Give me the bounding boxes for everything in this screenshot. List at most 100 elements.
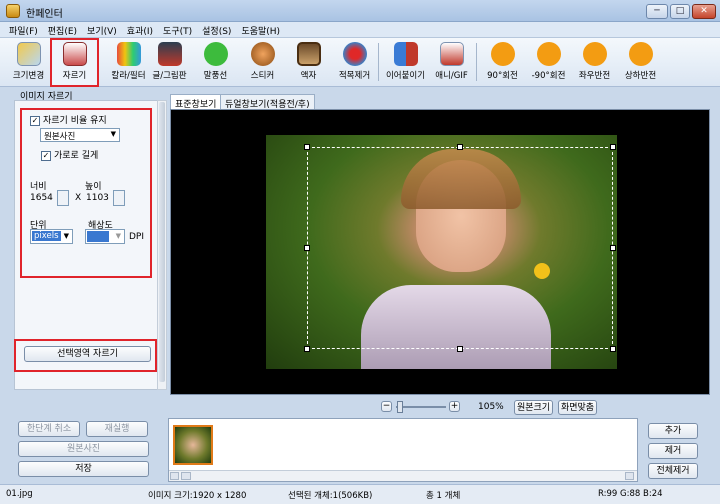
tab-dual-view[interactable]: 듀얼창보기(적용전/후) bbox=[220, 94, 315, 110]
remove-all-button[interactable]: 전체제거 bbox=[648, 463, 698, 479]
rotate-ccw-icon bbox=[536, 42, 561, 66]
resolution-value-highlight bbox=[87, 231, 109, 242]
tool-rotate-90[interactable]: 90°회전 bbox=[480, 40, 525, 85]
minimize-button[interactable]: ─ bbox=[646, 4, 668, 19]
scrollbar-thumb[interactable] bbox=[159, 102, 165, 382]
zoom-percent: 105% bbox=[478, 402, 504, 412]
landscape-row[interactable]: ✓ 가로로 길게 bbox=[41, 148, 98, 161]
keep-ratio-checkbox[interactable]: ✓ bbox=[30, 115, 40, 126]
redeye-icon bbox=[342, 42, 367, 66]
toolbar-separator bbox=[476, 43, 477, 81]
save-button[interactable]: 저장 bbox=[18, 461, 149, 477]
menu-effect[interactable]: 효과(I) bbox=[122, 22, 158, 39]
close-button[interactable]: ✕ bbox=[692, 4, 716, 19]
scroll-left-button[interactable] bbox=[170, 472, 179, 480]
zoom-slider-thumb[interactable] bbox=[397, 401, 403, 413]
crop-handle[interactable] bbox=[304, 346, 310, 352]
add-button[interactable]: 추가 bbox=[648, 423, 698, 439]
tool-text[interactable]: 글/그림판 bbox=[147, 40, 192, 85]
width-label: 너비 bbox=[30, 182, 47, 192]
crop-icon bbox=[62, 42, 87, 66]
zoom-in-button[interactable]: + bbox=[449, 401, 460, 412]
color-filter-icon bbox=[116, 42, 141, 66]
panel-scrollbar[interactable] bbox=[157, 100, 167, 390]
tool-redeye[interactable]: 적목제거 bbox=[332, 40, 377, 85]
scrollbar-thumb[interactable] bbox=[181, 472, 191, 480]
crop-selection-button[interactable]: 선택영역 자르기 bbox=[24, 346, 151, 362]
height-label: 높이 bbox=[85, 182, 102, 192]
redo-button[interactable]: 재실행 bbox=[86, 421, 148, 437]
remove-button[interactable]: 제거 bbox=[648, 443, 698, 459]
original-size-button[interactable]: 원본크기 bbox=[514, 400, 553, 415]
gif-icon bbox=[439, 42, 464, 66]
tool-gif[interactable]: 애니/GIF bbox=[429, 40, 474, 85]
menu-edit[interactable]: 편집(E) bbox=[43, 22, 82, 39]
unit-select[interactable]: pixels ▼ bbox=[30, 229, 73, 244]
tool-crop[interactable]: 자르기 bbox=[50, 38, 99, 87]
status-total: 총 1 개체 bbox=[426, 491, 461, 501]
tool-color-filter[interactable]: 칼라/필터 bbox=[106, 40, 151, 85]
status-bar: 01.jpg 이미지 크기:1920 x 1280 선택된 개체:1(506KB… bbox=[0, 484, 720, 504]
toolbar-separator bbox=[378, 43, 379, 81]
tool-sticker[interactable]: 스티커 bbox=[240, 40, 285, 85]
chevron-down-icon: ▼ bbox=[110, 130, 116, 138]
frame-icon bbox=[296, 42, 321, 66]
flip-horizontal-icon bbox=[582, 42, 607, 66]
toolbar: 크기변경 자르기 칼라/필터 글/그림판 말풍선 스티커 액자 적목제거 이어붙… bbox=[0, 38, 720, 87]
menu-file[interactable]: 파일(F) bbox=[4, 22, 43, 39]
thumbnail-item[interactable] bbox=[173, 425, 213, 465]
ratio-select[interactable]: 원본사진 ▼ bbox=[40, 128, 120, 142]
crop-handle[interactable] bbox=[457, 346, 463, 352]
status-image-size: 이미지 크기:1920 x 1280 bbox=[148, 491, 247, 501]
resize-icon bbox=[16, 42, 41, 66]
tool-join[interactable]: 이어붙이기 bbox=[383, 40, 428, 85]
crop-handle[interactable] bbox=[457, 144, 463, 150]
chevron-down-icon: ▼ bbox=[115, 232, 121, 240]
tool-speech-bubble[interactable]: 말풍선 bbox=[193, 40, 238, 85]
crop-handle[interactable] bbox=[304, 144, 310, 150]
resolution-select[interactable]: ▼ bbox=[85, 229, 125, 244]
crop-handle[interactable] bbox=[304, 245, 310, 251]
menu-tools[interactable]: 도구(T) bbox=[158, 22, 197, 39]
tool-frame[interactable]: 액자 bbox=[286, 40, 331, 85]
dimension-separator: X bbox=[75, 193, 82, 203]
maximize-button[interactable]: □ bbox=[670, 4, 690, 19]
keep-ratio-row[interactable]: ✓ 자르기 비율 유지 bbox=[30, 113, 107, 126]
tool-resize[interactable]: 크기변경 bbox=[6, 40, 51, 85]
window-title: 한페인터 bbox=[26, 9, 63, 20]
scroll-right-button[interactable] bbox=[625, 472, 634, 480]
crop-selection-rect[interactable] bbox=[307, 147, 613, 349]
fit-screen-button[interactable]: 화면맞춤 bbox=[558, 400, 597, 415]
dpi-label: DPI bbox=[129, 232, 145, 242]
crop-handle[interactable] bbox=[610, 144, 616, 150]
landscape-checkbox[interactable]: ✓ bbox=[41, 150, 51, 161]
image-canvas[interactable] bbox=[170, 109, 710, 395]
restore-original-button[interactable]: 원본사진 bbox=[18, 441, 149, 457]
undo-button[interactable]: 한단계 취소 bbox=[18, 421, 80, 437]
crop-handle[interactable] bbox=[610, 245, 616, 251]
menu-help[interactable]: 도움말(H) bbox=[236, 22, 285, 39]
tool-rotate-minus-90[interactable]: -90°회전 bbox=[526, 40, 571, 85]
app-icon bbox=[6, 4, 20, 18]
width-value[interactable]: 1654 bbox=[30, 193, 53, 203]
menu-view[interactable]: 보기(V) bbox=[82, 22, 122, 39]
thumbnail-scrollbar[interactable] bbox=[169, 470, 637, 481]
thumbnail-strip bbox=[168, 418, 638, 482]
keep-ratio-label: 자르기 비율 유지 bbox=[43, 116, 107, 126]
crop-handle[interactable] bbox=[610, 346, 616, 352]
sticker-icon bbox=[250, 42, 275, 66]
height-value[interactable]: 1103 bbox=[86, 193, 109, 203]
landscape-label: 가로로 길게 bbox=[54, 151, 99, 161]
chevron-down-icon: ▼ bbox=[63, 232, 69, 240]
speech-bubble-icon bbox=[203, 42, 228, 66]
width-stepper[interactable] bbox=[57, 190, 69, 206]
tool-flip-horizontal[interactable]: 좌우반전 bbox=[572, 40, 617, 85]
title-bar: 한페인터 ─ □ ✕ bbox=[0, 0, 720, 22]
zoom-slider-track[interactable] bbox=[396, 406, 446, 408]
menu-settings[interactable]: 설정(S) bbox=[197, 22, 236, 39]
menu-bar: 파일(F) 편집(E) 보기(V) 효과(I) 도구(T) 설정(S) 도움말(H) bbox=[0, 22, 720, 38]
tab-standard-view[interactable]: 표준창보기 bbox=[170, 94, 222, 110]
zoom-out-button[interactable]: − bbox=[381, 401, 392, 412]
tool-flip-vertical[interactable]: 상하반전 bbox=[618, 40, 663, 85]
height-stepper[interactable] bbox=[113, 190, 125, 206]
